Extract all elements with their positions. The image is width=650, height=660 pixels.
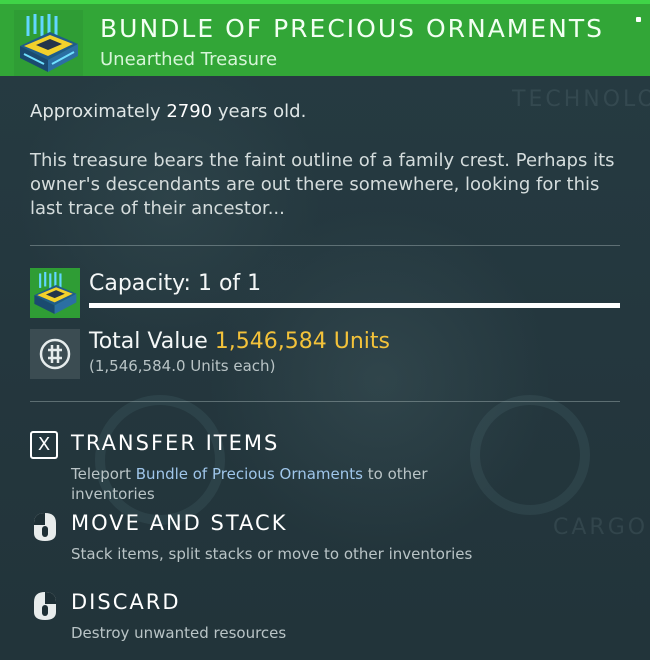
age-value: 2790 (166, 101, 213, 122)
discard-label: DISCARD (71, 590, 181, 614)
item-title: BUNDLE OF PRECIOUS ORNAMENTS (100, 14, 604, 43)
mouse-left-click-icon (30, 511, 62, 543)
divider (30, 401, 620, 402)
indicator-dot (636, 17, 641, 22)
item-age: Approximately 2790 years old. (30, 101, 306, 122)
treasure-crate-icon (30, 268, 80, 318)
total-value-amount: 1,546,584 Units (214, 329, 390, 354)
units-currency-icon (30, 329, 80, 379)
total-value: Total Value 1,546,584 Units (89, 329, 390, 354)
capacity-label: Capacity: 1 of 1 (89, 271, 262, 296)
discard-action[interactable]: DISCARD Destroy unwanted resources (30, 590, 630, 642)
age-prefix: Approximately (30, 101, 167, 122)
mouse-right-click-icon (30, 590, 62, 622)
transfer-help-prefix: Teleport (71, 465, 136, 483)
transfer-items-action[interactable]: X TRANSFER ITEMS Teleport Bundle of Prec… (30, 431, 630, 504)
transfer-items-help: Teleport Bundle of Precious Ornaments to… (71, 464, 491, 504)
move-and-stack-help: Stack items, split stacks or move to oth… (71, 545, 473, 563)
move-and-stack-label: MOVE AND STACK (71, 511, 288, 535)
move-and-stack-action[interactable]: MOVE AND STACK Stack items, split stacks… (30, 511, 630, 563)
item-header: BUNDLE OF PRECIOUS ORNAMENTS Unearthed T… (0, 0, 650, 76)
x-key-label: X (30, 431, 58, 459)
background-label: TECHNOLO (512, 87, 650, 112)
treasure-crate-icon (14, 10, 83, 76)
divider (30, 245, 620, 246)
item-description: This treasure bears the faint outline of… (30, 150, 615, 219)
age-suffix: years old. (212, 101, 307, 122)
total-value-prefix: Total Value (89, 329, 215, 354)
x-key-icon: X (30, 431, 62, 463)
transfer-items-label: TRANSFER ITEMS (71, 431, 280, 455)
transfer-help-item: Bundle of Precious Ornaments (135, 465, 363, 483)
unit-value: (1,546,584.0 Units each) (89, 357, 276, 375)
discard-help: Destroy unwanted resources (71, 624, 287, 642)
capacity-bar (89, 303, 620, 308)
item-category: Unearthed Treasure (100, 49, 278, 70)
